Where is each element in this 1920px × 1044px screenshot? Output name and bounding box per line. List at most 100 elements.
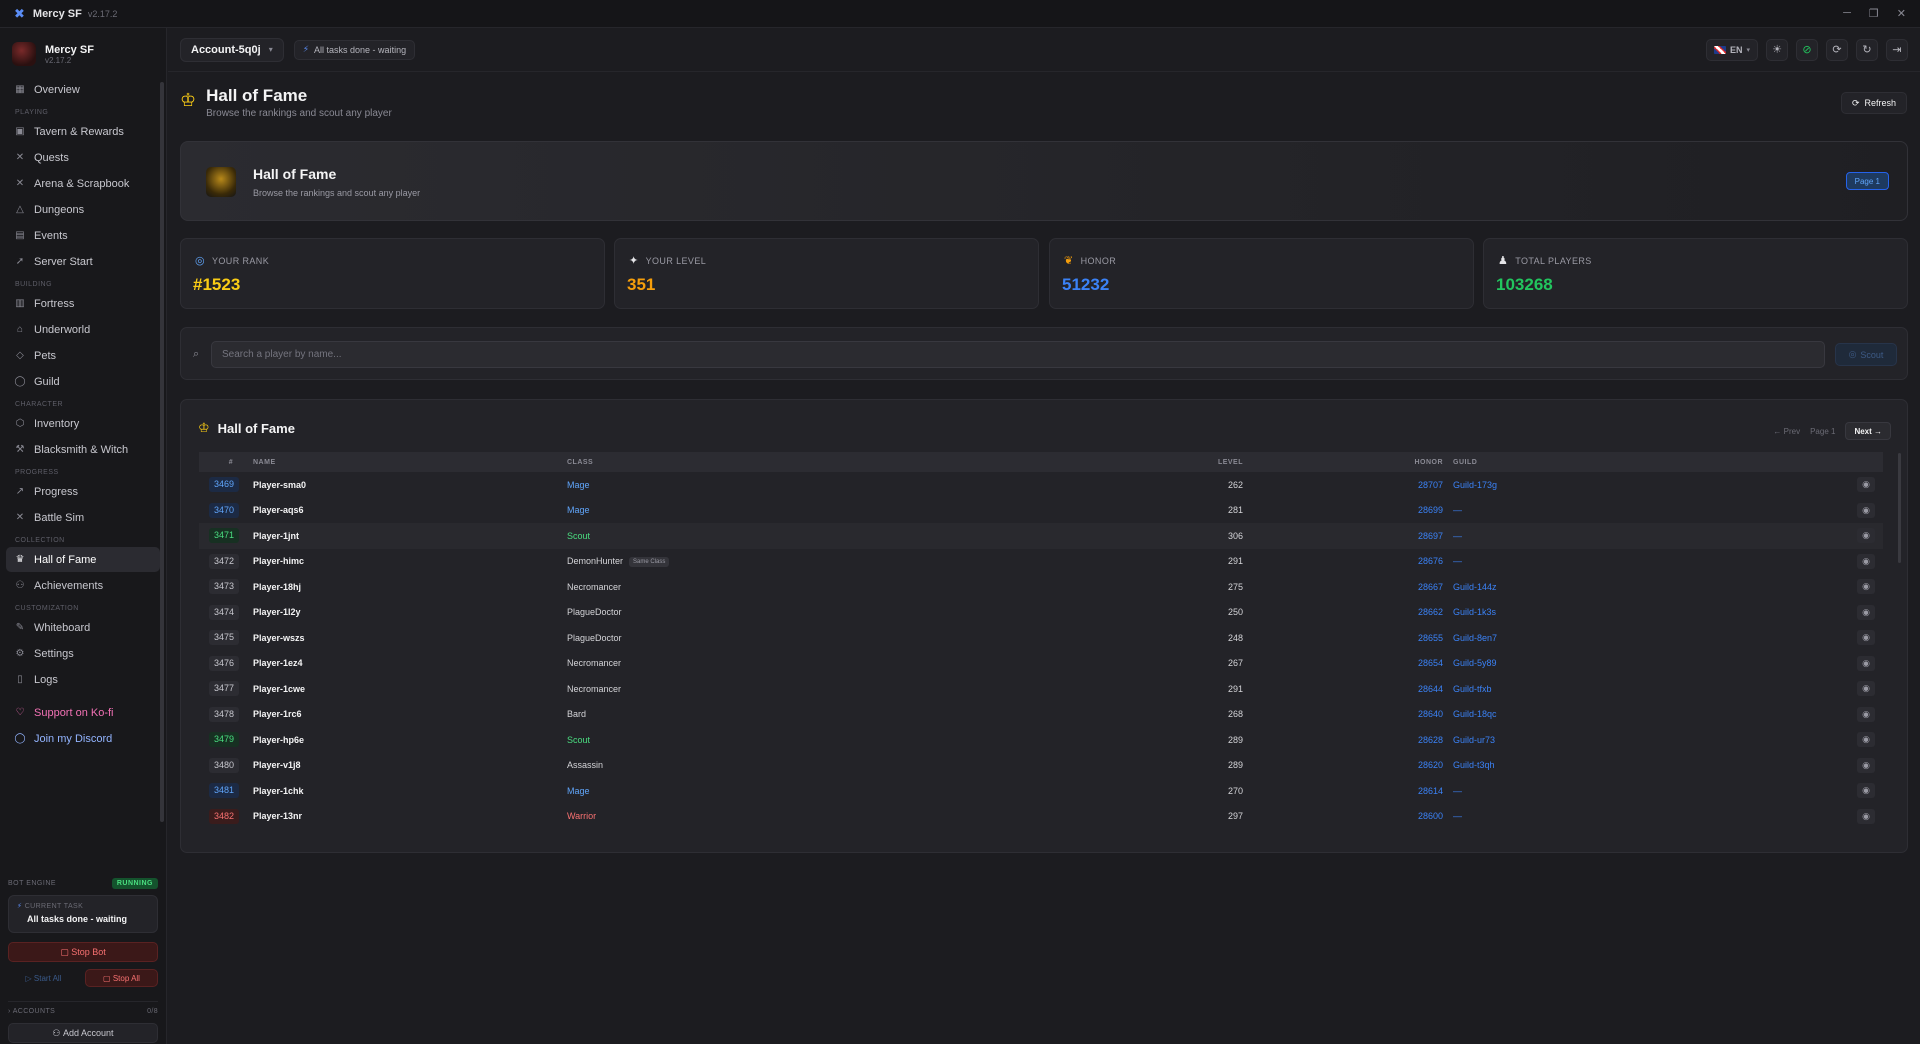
player-guild[interactable]: Guild-1k3s xyxy=(1443,600,1823,626)
sidebar-item-kofi[interactable]: ♡ Support on Ko-fi xyxy=(6,700,160,725)
sidebar-item-hall-of-fame[interactable]: ♛ Hall of Fame xyxy=(6,547,160,572)
table-row[interactable]: 3471 Player-1jnt Scout 306 28697 — ◉ xyxy=(199,523,1883,549)
sidebar-item-inventory[interactable]: ⬡ Inventory xyxy=(6,411,160,436)
sidebar-item-discord[interactable]: ◯ Join my Discord xyxy=(6,726,160,751)
add-account-button[interactable]: ⚇ Add Account xyxy=(8,1023,158,1043)
player-honor: 28620 xyxy=(1417,760,1443,771)
next-page-button[interactable]: Next → xyxy=(1845,422,1891,440)
sidebar-item-tavern[interactable]: ▣ Tavern & Rewards xyxy=(6,119,160,144)
maximize-icon[interactable]: ❐ xyxy=(1869,7,1879,20)
eye-icon[interactable]: ◉ xyxy=(1857,604,1875,620)
player-guild[interactable]: Guild-8en7 xyxy=(1443,625,1823,651)
eye-off-icon: ⊘ xyxy=(1802,44,1812,56)
stop-bot-button[interactable]: ▢ Stop Bot xyxy=(8,942,158,962)
player-name: Player-1ez4 xyxy=(253,658,303,669)
player-name: Player-1jnt xyxy=(253,530,300,541)
eye-icon[interactable]: ◉ xyxy=(1857,630,1875,646)
sidebar-item-server-start[interactable]: ➚ Server Start xyxy=(6,249,160,274)
home-icon: ⌂ xyxy=(16,324,24,335)
sidebar-item-pets[interactable]: ◇ Pets xyxy=(6,343,160,368)
eye-icon[interactable]: ◉ xyxy=(1857,706,1875,722)
eye-icon[interactable]: ◉ xyxy=(1857,477,1875,493)
player-guild[interactable]: Guild-tfxb xyxy=(1443,676,1823,702)
sparkle-icon: ✦ xyxy=(629,255,639,267)
stop-all-button[interactable]: ▢ Stop All xyxy=(85,969,158,987)
player-guild[interactable]: Guild-144z xyxy=(1443,574,1823,600)
play-icon: ▷ xyxy=(25,973,32,983)
table-row[interactable]: 3479 Player-hp6e Scout 289 28628 Guild-u… xyxy=(199,727,1883,753)
reload-button[interactable]: ↻ xyxy=(1856,38,1878,61)
start-all-button[interactable]: ▷ Start All xyxy=(8,969,79,987)
sidebar-item-dungeons[interactable]: △ Dungeons xyxy=(6,197,160,222)
sync-button[interactable]: ⟳ xyxy=(1826,38,1848,61)
close-icon[interactable]: ✕ xyxy=(1897,7,1906,20)
eye-icon[interactable]: ◉ xyxy=(1857,528,1875,544)
visibility-toggle-button[interactable]: ⊘ xyxy=(1796,38,1818,61)
sidebar-item-arena[interactable]: ✕ Arena & Scrapbook xyxy=(6,171,160,196)
table-row[interactable]: 3477 Player-1cwe Necromancer 291 28644 G… xyxy=(199,676,1883,702)
player-guild[interactable]: Guild-5y89 xyxy=(1443,651,1823,677)
player-honor: 28640 xyxy=(1417,709,1443,720)
sidebar-item-underworld[interactable]: ⌂ Underworld xyxy=(6,317,160,342)
sidebar-item-progress[interactable]: ↗ Progress xyxy=(6,479,160,504)
table-row[interactable]: 3470 Player-aqs6 Mage 281 28699 — ◉ xyxy=(199,498,1883,524)
battle-icon: ✕ xyxy=(15,512,25,523)
player-guild[interactable]: — xyxy=(1443,523,1823,549)
search-input[interactable] xyxy=(211,341,1825,368)
table-row[interactable]: 3481 Player-1chk Mage 270 28614 — ◉ xyxy=(199,778,1883,804)
sidebar-item-guild[interactable]: ◯ Guild xyxy=(6,369,160,394)
eye-icon[interactable]: ◉ xyxy=(1857,783,1875,799)
player-guild[interactable]: Guild-173g xyxy=(1443,472,1823,498)
player-guild[interactable]: — xyxy=(1443,804,1823,830)
sidebar-item-fortress[interactable]: ▥ Fortress xyxy=(6,291,160,316)
eye-icon[interactable]: ◉ xyxy=(1857,502,1875,518)
table-row[interactable]: 3473 Player-18hj Necromancer 275 28667 G… xyxy=(199,574,1883,600)
sidebar-item-overview[interactable]: ▦ Overview xyxy=(6,77,160,102)
table-row[interactable]: 3475 Player-wszs PlagueDoctor 248 28655 … xyxy=(199,625,1883,651)
table-row[interactable]: 3480 Player-v1j8 Assassin 289 28620 Guil… xyxy=(199,753,1883,779)
refresh-button[interactable]: ⟳ Refresh xyxy=(1841,92,1907,114)
table-row[interactable]: 3476 Player-1ez4 Necromancer 267 28654 G… xyxy=(199,651,1883,677)
language-select[interactable]: EN ▾ xyxy=(1706,38,1758,61)
table-scrollbar[interactable] xyxy=(1898,453,1901,563)
table-row[interactable]: 3482 Player-13nr Warrior 297 28600 — ◉ xyxy=(199,804,1883,830)
sidebar-item-settings[interactable]: ⚙ Settings xyxy=(6,641,160,666)
sidebar-item-blacksmith[interactable]: ⚒ Blacksmith & Witch xyxy=(6,437,160,462)
eye-icon[interactable]: ◉ xyxy=(1857,579,1875,595)
eye-icon[interactable]: ◉ xyxy=(1857,808,1875,824)
sidebar-item-achievements[interactable]: ⚇ Achievements xyxy=(6,573,160,598)
table-row[interactable]: 3478 Player-1rc6 Bard 268 28640 Guild-18… xyxy=(199,702,1883,728)
table-row[interactable]: 3474 Player-1l2y PlagueDoctor 250 28662 … xyxy=(199,600,1883,626)
accounts-count: 0/8 xyxy=(147,1008,158,1015)
scout-button[interactable]: ◎ Scout xyxy=(1835,343,1897,366)
theme-toggle-button[interactable]: ☀ xyxy=(1766,38,1788,61)
logout-button[interactable]: ⇥ xyxy=(1886,38,1908,61)
prev-page-button[interactable]: ← Prev xyxy=(1773,427,1800,436)
player-guild[interactable]: — xyxy=(1443,549,1823,575)
player-level: 250 xyxy=(1227,607,1243,618)
player-guild[interactable]: Guild-18qc xyxy=(1443,702,1823,728)
table-row[interactable]: 3472 Player-himc DemonHunter Same Class 2… xyxy=(199,549,1883,575)
player-guild[interactable]: Guild-t3qh xyxy=(1443,753,1823,779)
sidebar-item-events[interactable]: ▤ Events xyxy=(6,223,160,248)
eye-icon[interactable]: ◉ xyxy=(1857,757,1875,773)
sidebar-item-quests[interactable]: ✕ Quests xyxy=(6,145,160,170)
minimize-icon[interactable]: ─ xyxy=(1843,7,1851,20)
player-guild[interactable]: Guild-ur73 xyxy=(1443,727,1823,753)
eye-icon[interactable]: ◉ xyxy=(1857,655,1875,671)
award-icon: ⚇ xyxy=(15,580,25,591)
account-select[interactable]: Account-5q0j ▾ xyxy=(180,37,284,62)
sidebar-item-battle-sim[interactable]: ✕ Battle Sim xyxy=(6,505,160,530)
page-title: Hall of Fame xyxy=(206,86,308,105)
eye-icon[interactable]: ◉ xyxy=(1857,553,1875,569)
sidebar-item-whiteboard[interactable]: ✎ Whiteboard xyxy=(6,615,160,640)
rank-badge: 3482 xyxy=(209,808,239,824)
player-guild[interactable]: — xyxy=(1443,498,1823,524)
eye-icon[interactable]: ◉ xyxy=(1857,681,1875,697)
sidebar-scrollbar[interactable] xyxy=(160,82,164,822)
table-row[interactable]: 3469 Player-sma0 Mage 262 28707 Guild-17… xyxy=(199,472,1883,498)
accounts-header[interactable]: › ACCOUNTS 0/8 xyxy=(8,1001,158,1015)
player-guild[interactable]: — xyxy=(1443,778,1823,804)
eye-icon[interactable]: ◉ xyxy=(1857,732,1875,748)
sidebar-item-logs[interactable]: ▯ Logs xyxy=(6,667,160,692)
